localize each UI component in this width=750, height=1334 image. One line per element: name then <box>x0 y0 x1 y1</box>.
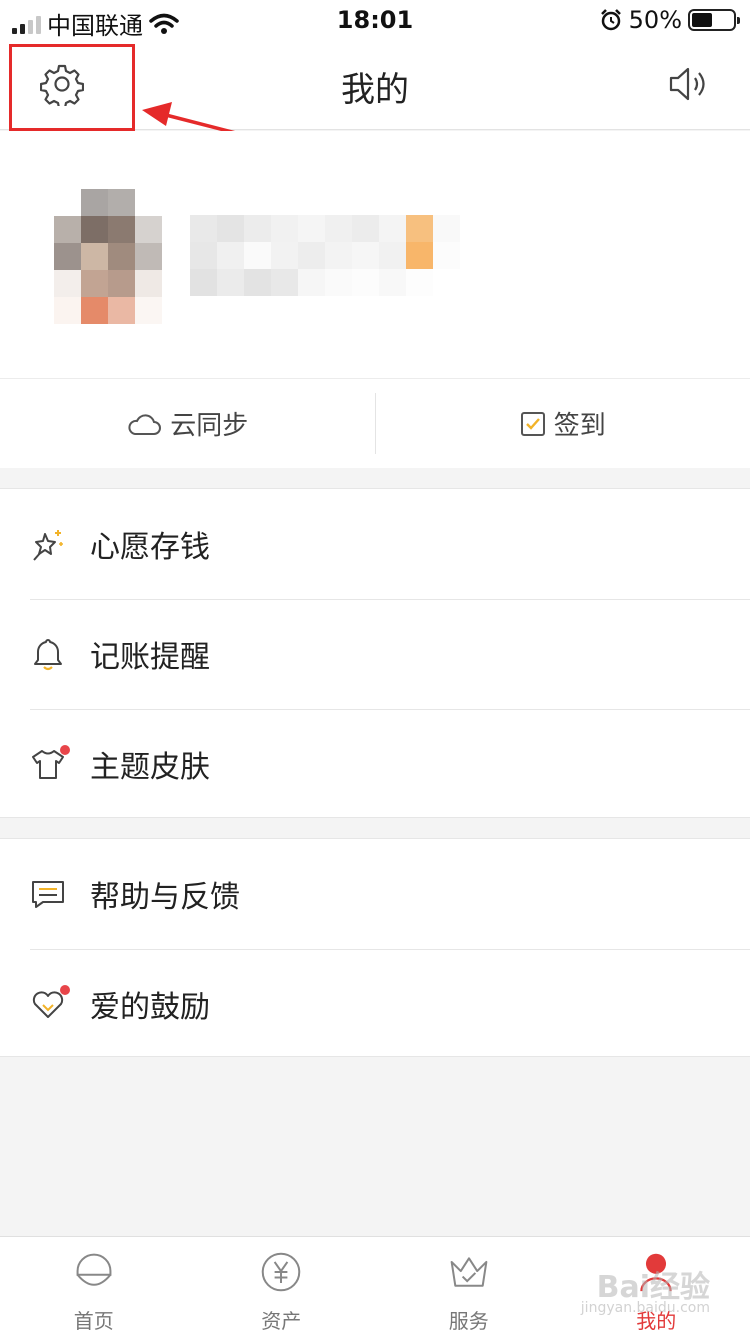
home-icon <box>76 1253 112 1286</box>
nav-bar: 我的 <box>0 40 750 130</box>
carrier-label: 中国联通 <box>47 12 143 40</box>
bell-icon <box>34 639 62 671</box>
message-icon <box>32 881 64 908</box>
speaker-icon[interactable] <box>668 64 710 104</box>
alarm-icon <box>600 9 621 31</box>
cloud-icon <box>128 413 162 435</box>
battery-icon <box>688 9 740 31</box>
menu-item-theme[interactable]: 主题皮肤 <box>0 709 750 819</box>
quick-actions: 云同步 签到 <box>0 378 750 468</box>
profile-card[interactable] <box>0 131 750 378</box>
menu-label: 记账提醒 <box>90 640 210 675</box>
cloud-sync-button[interactable]: 云同步 <box>0 379 375 468</box>
menu-label: 主题皮肤 <box>90 750 210 785</box>
yen-coin-icon <box>261 1252 301 1292</box>
menu-item-wish-saving[interactable]: 心愿存钱 <box>0 489 750 599</box>
cloud-sync-label: 云同步 <box>170 411 249 441</box>
tab-services[interactable]: 服务 <box>375 1237 563 1334</box>
menu-group-tools: 心愿存钱 记账提醒 主题皮肤 <box>0 488 750 818</box>
tab-assets[interactable]: 资产 <box>188 1237 376 1334</box>
check-in-label: 签到 <box>553 411 606 441</box>
status-right: 50% <box>599 6 740 34</box>
check-in-button[interactable]: 签到 <box>376 379 750 468</box>
status-left: 中国联通 <box>12 6 179 41</box>
menu-label: 爱的鼓励 <box>90 990 210 1025</box>
tab-label: 我的 <box>636 1309 677 1333</box>
tshirt-icon <box>32 745 70 779</box>
gear-icon[interactable] <box>40 62 84 106</box>
battery-fill <box>692 13 712 27</box>
username-blurred <box>190 215 487 296</box>
page-title: 我的 <box>341 70 409 110</box>
wifi-icon <box>149 13 179 34</box>
avatar[interactable] <box>54 189 162 325</box>
crown-icon <box>450 1257 488 1287</box>
checkbox-icon <box>520 411 545 436</box>
tab-label: 首页 <box>73 1309 114 1333</box>
tab-home[interactable]: 首页 <box>0 1237 188 1334</box>
menu-label: 心愿存钱 <box>90 530 210 565</box>
status-bar: 中国联通 18:01 50% <box>0 0 750 40</box>
user-icon <box>640 1253 672 1292</box>
signal-icon <box>12 14 41 34</box>
menu-label: 帮助与反馈 <box>90 880 240 915</box>
battery-percent: 50% <box>628 6 682 34</box>
menu-item-love-encourage[interactable]: 爱的鼓励 <box>0 949 750 1059</box>
menu-item-reminder[interactable]: 记账提醒 <box>0 599 750 709</box>
tab-label: 服务 <box>448 1309 489 1333</box>
menu-item-feedback[interactable]: 帮助与反馈 <box>0 839 750 949</box>
sparkle-star-icon <box>33 530 63 561</box>
heart-icon <box>32 985 70 1018</box>
tab-bar: 首页 资产 服务 我的 <box>0 1236 750 1334</box>
tab-label: 资产 <box>261 1309 302 1333</box>
tab-mine[interactable]: 我的 <box>563 1237 750 1334</box>
menu-group-support: 帮助与反馈 爱的鼓励 <box>0 838 750 1057</box>
